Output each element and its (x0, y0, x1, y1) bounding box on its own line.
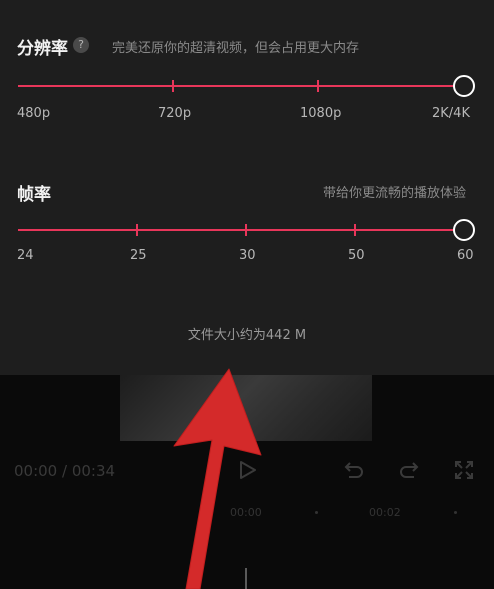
video-preview[interactable] (120, 375, 372, 441)
resolution-tick-1080p[interactable] (317, 80, 319, 92)
framerate-slider-thumb[interactable] (453, 219, 475, 241)
timeline-marker-0: 00:00 (230, 506, 262, 519)
resolution-title: 分辨率 (17, 39, 68, 59)
framerate-label-60[interactable]: 60 (457, 248, 474, 263)
total-time: 00:34 (71, 462, 116, 480)
time-separator: / (57, 462, 72, 480)
undo-icon[interactable] (343, 460, 365, 480)
resolution-label-480p[interactable]: 480p (17, 106, 50, 121)
resolution-slider-thumb[interactable] (453, 75, 475, 97)
timeline-playhead[interactable] (245, 568, 247, 589)
framerate-label-24[interactable]: 24 (17, 248, 34, 263)
redo-icon[interactable] (398, 460, 420, 480)
resolution-slider[interactable] (18, 71, 475, 101)
export-settings-panel: 分辨率 ? 完美还原你的超清视频，但会占用更大内存 480p 720p 1080… (0, 0, 494, 375)
framerate-label-30[interactable]: 30 (239, 248, 256, 263)
play-icon[interactable] (236, 459, 258, 481)
framerate-slider[interactable] (18, 215, 475, 245)
resolution-slider-track[interactable] (18, 85, 464, 87)
framerate-tick-50[interactable] (354, 224, 356, 236)
timeline-dot (454, 511, 457, 514)
framerate-label-25[interactable]: 25 (130, 248, 147, 263)
framerate-description: 带给你更流畅的播放体验 (323, 186, 467, 201)
framerate-tick-25[interactable] (136, 224, 138, 236)
framerate-label-50[interactable]: 50 (348, 248, 365, 263)
resolution-label-1080p[interactable]: 1080p (300, 106, 341, 121)
current-time: 00:00 (14, 462, 58, 480)
playback-time: 00:00 / 00:34 (14, 462, 115, 480)
framerate-slider-track[interactable] (18, 229, 464, 231)
fullscreen-icon[interactable] (454, 460, 474, 480)
resolution-description: 完美还原你的超清视频，但会占用更大内存 (112, 41, 360, 56)
resolution-label-2k4k[interactable]: 2K/4K (432, 106, 470, 121)
timeline-dot (315, 511, 318, 514)
timeline-marker-1: 00:02 (369, 506, 401, 519)
framerate-tick-30[interactable] (245, 224, 247, 236)
framerate-title: 帧率 (17, 185, 51, 205)
resolution-label-720p[interactable]: 720p (158, 106, 191, 121)
resolution-tick-720p[interactable] (172, 80, 174, 92)
file-size-estimate: 文件大小约为442 M (187, 328, 307, 343)
help-icon[interactable]: ? (73, 37, 89, 53)
